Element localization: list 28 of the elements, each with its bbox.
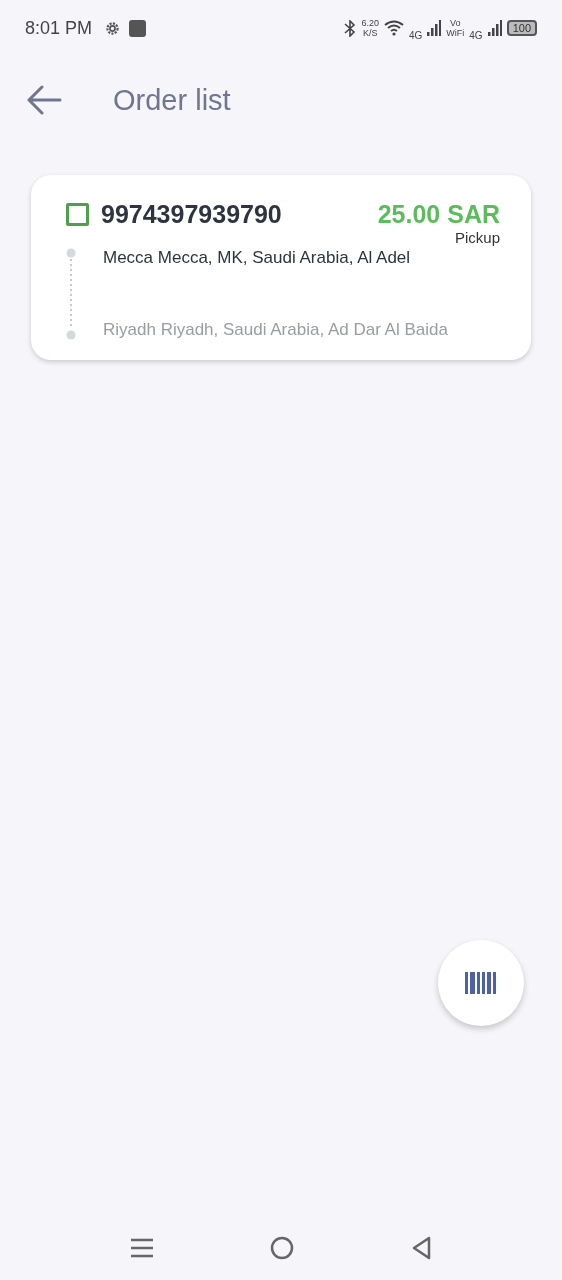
speed-value: 6.20: [361, 18, 379, 28]
volte-label: Vo: [450, 18, 461, 28]
gear-icon: [104, 19, 122, 37]
wifi-icon: [383, 20, 404, 36]
network-label: 4G: [408, 29, 423, 41]
battery-indicator: 100: [506, 20, 537, 36]
order-checkbox[interactable]: [66, 203, 89, 226]
scan-barcode-button[interactable]: [438, 940, 524, 1026]
speed-unit: K/S: [362, 28, 378, 38]
order-card[interactable]: 9974397939790 25.00 SAR Pickup Mecca Mecca, MK, Saudi Arabia, Al Adel Riyadh Riyadh, Saudi Arabia, Ad Dar Al Baida: [31, 175, 531, 360]
signal-icon: [487, 20, 502, 36]
pickup-address: Mecca Mecca, MK, Saudi Arabia, Al Adel: [103, 248, 412, 268]
status-time: 8:01 PM: [25, 17, 93, 39]
square-icon: [129, 19, 147, 37]
order-number: 9974397939790: [101, 200, 283, 229]
menu-icon[interactable]: [131, 1238, 153, 1258]
back-button[interactable]: [26, 85, 62, 115]
dropoff-address: Riyadh Riyadh, Saudi Arabia, Ad Dar Al Baida: [103, 320, 449, 340]
volte-label: WiFi: [446, 28, 465, 38]
barcode-icon: [464, 972, 498, 994]
bluetooth-icon: [344, 19, 357, 37]
page-title: Order list: [113, 83, 231, 117]
home-icon[interactable]: [270, 1236, 294, 1260]
order-price: 25.00 SAR: [377, 200, 500, 229]
signal-icon: [427, 20, 442, 36]
network-label: 4G: [469, 29, 483, 41]
delivery-type: Pickup: [454, 229, 500, 246]
back-icon[interactable]: [411, 1236, 431, 1260]
